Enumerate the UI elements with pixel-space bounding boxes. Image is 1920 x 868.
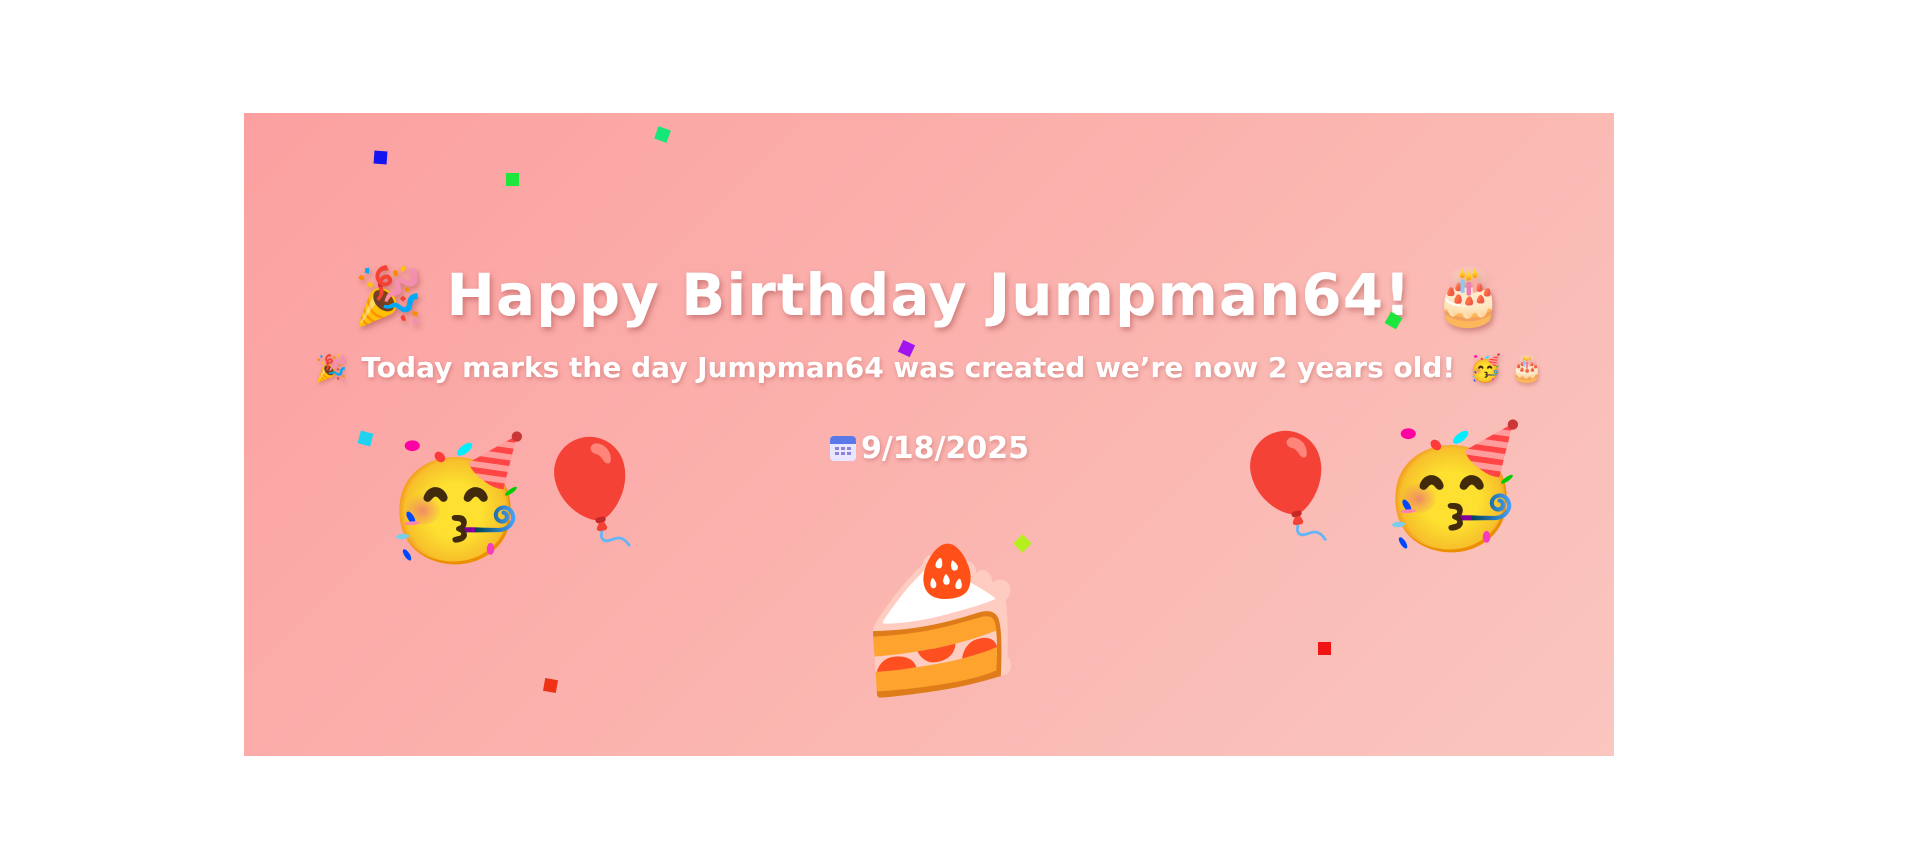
cake-icon-center: 🍰 xyxy=(854,545,1029,700)
page-title: 🎉 Happy Birthday Jumpman64! 🎂 xyxy=(244,261,1614,329)
birthday-banner: 🎉 Happy Birthday Jumpman64! 🎂 🎉 Today marks… xyxy=(244,113,1614,756)
party-face-icon-left: 🥳 xyxy=(382,434,529,565)
confetti-piece xyxy=(373,150,388,165)
birthday-cake-icon: 🎂 xyxy=(1433,264,1505,329)
party-face-cake-icons: 🥳 🎂 xyxy=(1469,354,1543,384)
confetti-piece xyxy=(542,677,559,694)
confetti-piece xyxy=(654,126,671,143)
party-popper-icon: 🎉 xyxy=(315,354,348,384)
confetti-piece xyxy=(1318,642,1331,655)
date-text: 9/18/2025 xyxy=(860,431,1030,466)
title-text: Happy Birthday Jumpman64! xyxy=(446,261,1412,329)
party-face-icon-right: 🥳 xyxy=(1378,422,1525,553)
confetti-piece xyxy=(506,173,519,186)
subtitle-text: Today marks the day Jumpman64 was create… xyxy=(361,351,1456,384)
party-popper-icon: 🎉 xyxy=(353,264,425,329)
subtitle: 🎉 Today marks the day Jumpman64 was creat… xyxy=(244,351,1614,384)
calendar-icon xyxy=(829,436,856,461)
balloon-icon-right: 🎈 xyxy=(1224,431,1349,542)
balloon-icon-left: 🎈 xyxy=(528,437,653,548)
